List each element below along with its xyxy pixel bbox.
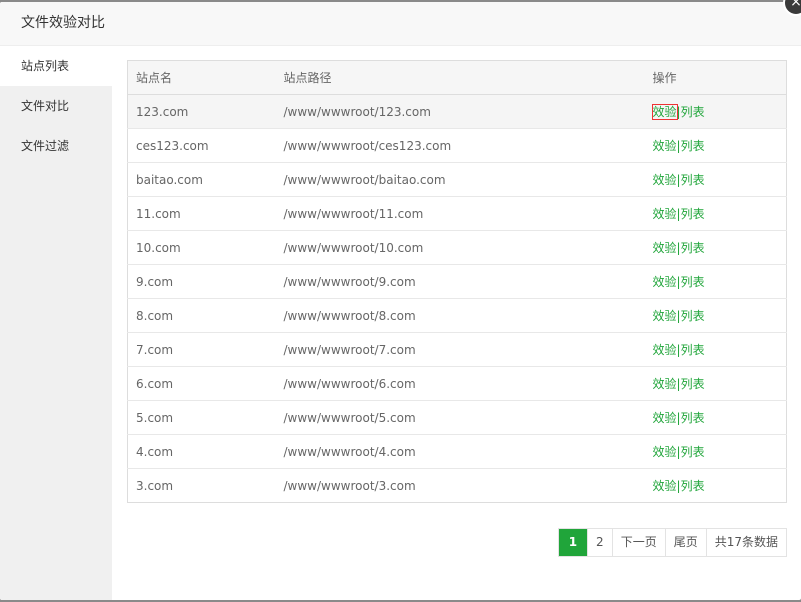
verify-link[interactable]: 效验 [653,241,677,255]
list-link[interactable]: 列表 [681,207,705,221]
table-row: baitao.com/www/wwwroot/baitao.com 效验|列表 [127,162,787,197]
file-verify-dialog: 文件效验对比 站点列表 文件对比 文件过滤 站点名 站点路径 操作 123.co… [0,2,801,600]
site-name-cell: 10.com [127,230,276,265]
verify-link[interactable]: 效验 [653,309,677,323]
table-header-row: 站点名 站点路径 操作 [127,60,787,95]
verify-link[interactable]: 效验 [653,173,677,187]
site-path-cell: /www/wwwroot/baitao.com [275,162,645,197]
page-1-button[interactable]: 1 [558,529,588,556]
list-link[interactable]: 列表 [681,275,705,289]
site-name-cell: 6.com [127,366,276,401]
site-path-cell: /www/wwwroot/3.com [275,468,645,503]
total-count: 共17条数据 [705,529,786,556]
header-site-name: 站点名 [127,60,276,95]
list-link[interactable]: 列表 [681,377,705,391]
list-link[interactable]: 列表 [681,105,705,119]
verify-link[interactable]: 效验 [653,343,677,357]
table-row: 3.com/www/wwwroot/3.com 效验|列表 [127,468,787,503]
site-path-cell: /www/wwwroot/123.com [275,94,645,129]
site-name-cell: 8.com [127,298,276,333]
site-path-cell: /www/wwwroot/7.com [275,332,645,367]
last-page-button[interactable]: 尾页 [664,529,706,556]
site-name-cell: 5.com [127,400,276,435]
table-row: 4.com/www/wwwroot/4.com 效验|列表 [127,434,787,469]
actions-cell: 效验|列表 [644,400,787,435]
site-name-cell: 11.com [127,196,276,231]
table-row: 6.com/www/wwwroot/6.com 效验|列表 [127,366,787,401]
actions-cell: 效验|列表 [644,162,787,197]
site-path-cell: /www/wwwroot/8.com [275,298,645,333]
verify-link[interactable]: 效验 [653,207,677,221]
table-row: ces123.com/www/wwwroot/ces123.com 效验|列表 [127,128,787,163]
site-name-cell: 9.com [127,264,276,299]
site-path-cell: /www/wwwroot/11.com [275,196,645,231]
table-row: 8.com/www/wwwroot/8.com 效验|列表 [127,298,787,333]
site-path-cell: /www/wwwroot/6.com [275,366,645,401]
list-link[interactable]: 列表 [681,411,705,425]
list-link[interactable]: 列表 [681,241,705,255]
table-row: 10.com/www/wwwroot/10.com 效验|列表 [127,230,787,265]
site-name-cell: 4.com [127,434,276,469]
verify-link[interactable]: 效验 [653,377,677,391]
list-link[interactable]: 列表 [681,343,705,357]
table-row: 123.com/www/wwwroot/123.com 效验|列表 [127,94,787,129]
actions-cell: 效验|列表 [644,468,787,503]
verify-link[interactable]: 效验 [653,275,677,289]
list-link[interactable]: 列表 [681,445,705,459]
site-path-cell: /www/wwwroot/ces123.com [275,128,645,163]
verify-link[interactable]: 效验 [653,411,677,425]
list-link[interactable]: 列表 [681,479,705,493]
dialog-title: 文件效验对比 [0,2,801,46]
actions-cell: 效验|列表 [644,366,787,401]
actions-cell: 效验|列表 [644,298,787,333]
page-2-button[interactable]: 2 [587,529,612,556]
site-path-cell: /www/wwwroot/4.com [275,434,645,469]
sidebar-item-file-filter[interactable]: 文件过滤 [0,126,112,166]
site-path-cell: /www/wwwroot/5.com [275,400,645,435]
site-name-cell: 123.com [127,94,276,129]
verify-link[interactable]: 效验 [653,479,677,493]
list-link[interactable]: 列表 [681,173,705,187]
site-name-cell: 3.com [127,468,276,503]
actions-cell: 效验|列表 [644,196,787,231]
verify-link[interactable]: 效验 [653,445,677,459]
pagination: 1 2 下一页 尾页 共17条数据 [557,528,787,557]
actions-cell: 效验|列表 [644,264,787,299]
site-name-cell: 7.com [127,332,276,367]
header-actions: 操作 [644,60,787,95]
sidebar-item-site-list[interactable]: 站点列表 [0,46,112,86]
next-page-button[interactable]: 下一页 [611,529,665,556]
sidebar: 站点列表 文件对比 文件过滤 [0,46,112,600]
site-table: 站点名 站点路径 操作 123.com/www/wwwroot/123.com 效… [127,60,787,503]
site-path-cell: /www/wwwroot/10.com [275,230,645,265]
table-row: 5.com/www/wwwroot/5.com 效验|列表 [127,400,787,435]
actions-cell: 效验|列表 [644,230,787,265]
table-row: 7.com/www/wwwroot/7.com 效验|列表 [127,332,787,367]
site-table-panel: 站点名 站点路径 操作 123.com/www/wwwroot/123.com 效… [127,60,787,503]
site-path-cell: /www/wwwroot/9.com [275,264,645,299]
verify-link[interactable]: 效验 [651,104,678,120]
actions-cell: 效验|列表 [644,128,787,163]
site-name-cell: ces123.com [127,128,276,163]
actions-cell: 效验|列表 [644,434,787,469]
list-link[interactable]: 列表 [681,139,705,153]
list-link[interactable]: 列表 [681,309,705,323]
verify-link[interactable]: 效验 [653,139,677,153]
header-site-path: 站点路径 [275,60,645,95]
sidebar-item-file-compare[interactable]: 文件对比 [0,86,112,126]
actions-cell: 效验|列表 [644,332,787,367]
table-row: 11.com/www/wwwroot/11.com 效验|列表 [127,196,787,231]
site-name-cell: baitao.com [127,162,276,197]
table-row: 9.com/www/wwwroot/9.com 效验|列表 [127,264,787,299]
actions-cell: 效验|列表 [644,94,787,129]
